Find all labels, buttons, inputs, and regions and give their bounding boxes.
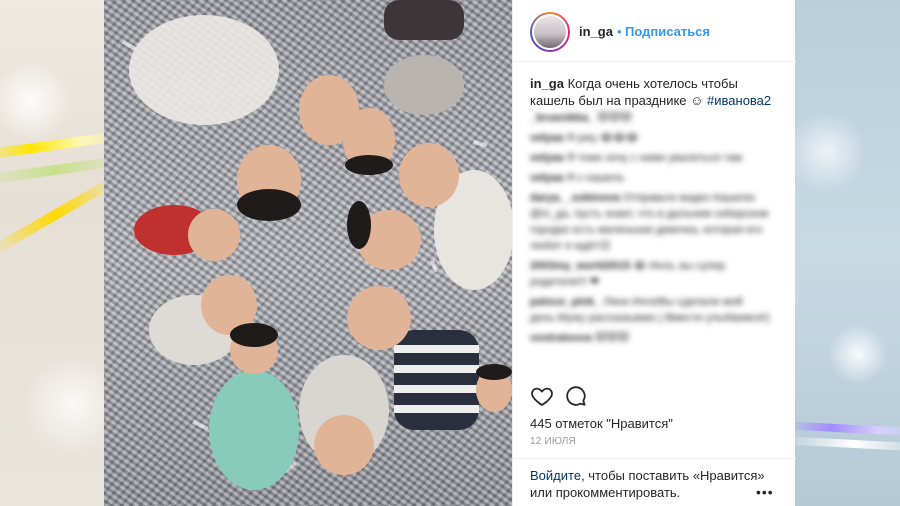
photo-illustration (122, 0, 512, 490)
comments-list: _bruenikka_ 😻😻😻 velyaa Я ржу 😂😂😂 velyaa Я … (530, 110, 785, 350)
comment-item: vostratsova 😻😻😻 (530, 330, 785, 346)
background-left-decoration (0, 0, 104, 506)
background-right-decoration (795, 0, 900, 506)
light-streak (0, 173, 104, 257)
avatar[interactable] (530, 12, 570, 52)
post-panel: in_ga • Подписаться in_ga Когда очень хо… (512, 0, 796, 506)
comment-item: velyaa Я тоже хочу с ними увалиться там (530, 150, 785, 166)
comment-text: 😻😻😻 (594, 332, 630, 344)
login-prompt: Войдите, чтобы поставить «Нравится» или … (513, 458, 796, 506)
light-streak (0, 154, 104, 186)
heart-icon[interactable] (530, 384, 556, 410)
comment-text: Я с кашель (566, 172, 625, 184)
comment-username[interactable]: patsus_pink_ (530, 296, 600, 308)
post-photo[interactable] (104, 0, 512, 506)
comment-item: velyaa Я ржу 😂😂😂 (530, 130, 785, 146)
comment-username[interactable]: velyaa (530, 152, 564, 164)
comment-item: 2003my_world2015 😂 Инга, вы супер родите… (530, 258, 785, 290)
comment-item: patsus_pink_ Ляни Инга!Вы сделали мой де… (530, 294, 785, 326)
comment-item: velyaa Я с кашель (530, 170, 785, 186)
comment-username[interactable]: darya__sobinova (530, 192, 620, 204)
comment-username[interactable]: vostratsova (530, 332, 592, 344)
follow-button[interactable]: Подписаться (625, 24, 710, 39)
comment-item: _bruenikka_ 😻😻😻 (530, 110, 785, 126)
avatar-image (532, 14, 568, 50)
comment-username[interactable]: velyaa (530, 172, 564, 184)
light-streak (795, 421, 900, 437)
comment-username[interactable]: _bruenikka_ (530, 112, 594, 124)
username-link[interactable]: in_ga (579, 24, 613, 39)
comment-icon[interactable] (564, 384, 590, 410)
comment-text: Я ржу 😂😂😂 (566, 132, 639, 144)
light-streak (0, 129, 104, 161)
light-streak (795, 436, 900, 452)
caption-hashtag[interactable]: #иванова2 (707, 93, 771, 108)
action-bar (530, 384, 780, 412)
separator-dot: • (617, 24, 622, 39)
login-link[interactable]: Войдите (530, 468, 581, 483)
comment-text: Я тоже хочу с ними увалиться там (566, 152, 743, 164)
comment-username[interactable]: 2003my_world2015 (530, 260, 630, 272)
comment-text: 😻😻😻 (597, 112, 632, 124)
login-prompt-text: Войдите, чтобы поставить «Нравится» или … (530, 467, 770, 501)
post-date[interactable]: 12 ИЮЛЯ (530, 436, 576, 447)
comment-username[interactable]: velyaa (530, 132, 564, 144)
comment-item: darya__sobinova Отправьте видео Кашелю @… (530, 190, 785, 254)
post-header: in_ga • Подписаться (513, 0, 796, 62)
more-options-icon[interactable]: ••• (756, 484, 774, 500)
likes-count[interactable]: 445 отметок "Нравится" (530, 416, 673, 431)
post-caption: in_ga Когда очень хотелось чтобы кашель … (530, 75, 785, 109)
caption-username[interactable]: in_ga (530, 76, 564, 91)
